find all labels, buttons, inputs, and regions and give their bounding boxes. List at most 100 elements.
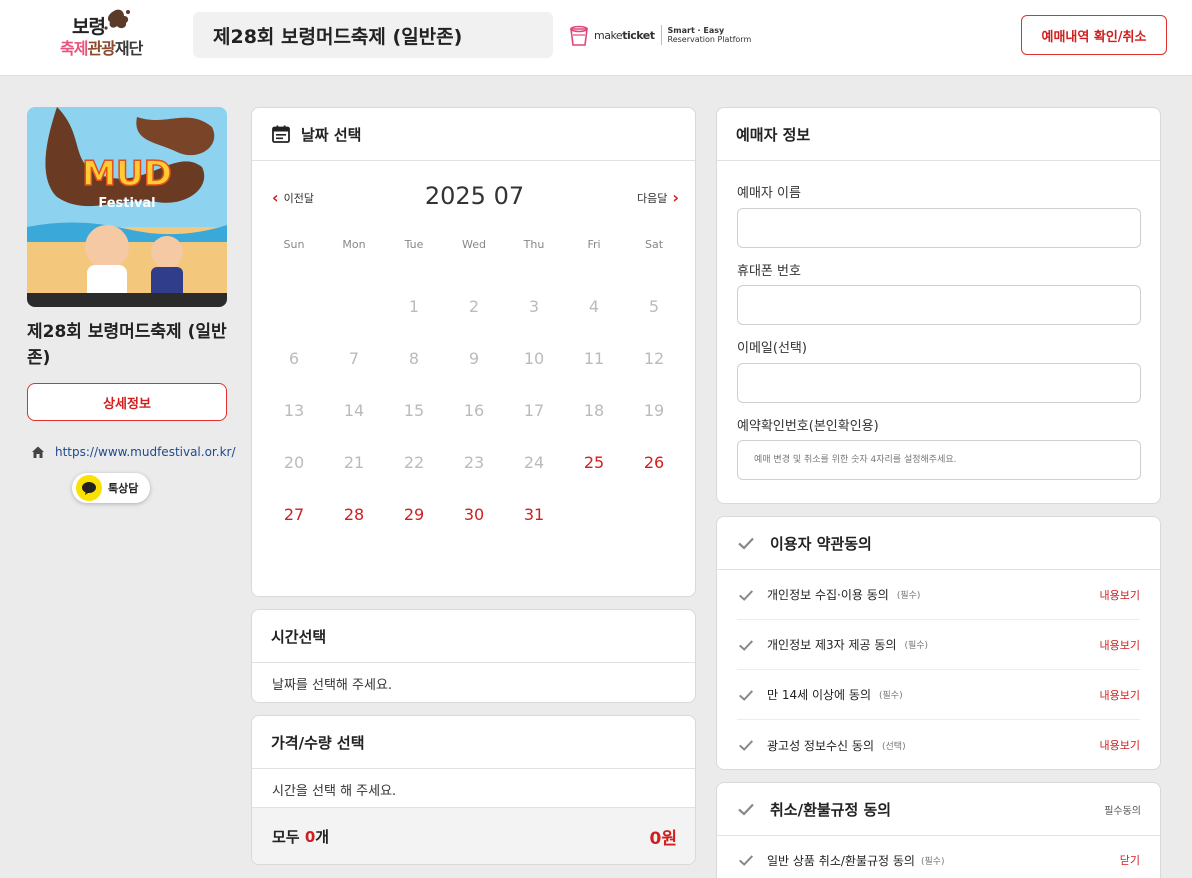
phone-label: 휴대폰 번호: [737, 264, 801, 279]
refund-close-link[interactable]: 닫기: [1120, 852, 1140, 868]
terms-title: 이용자 약관동의: [770, 534, 872, 553]
calendar-day: 2: [468, 296, 480, 316]
brand-name: maketicket: [594, 29, 655, 42]
calendar-day[interactable]: 29: [384, 505, 444, 524]
kakao-talk-button[interactable]: 톡상담: [72, 473, 150, 503]
refund-header[interactable]: 취소/환불규정 동의 필수동의: [717, 783, 1160, 836]
calendar-day: 22: [403, 452, 425, 472]
term-label: 광고성 정보수신 동의: [767, 738, 874, 753]
pin-label: 예약확인번호(본인확인용): [737, 419, 879, 434]
calendar-day: 11: [583, 348, 605, 368]
calendar-weeks: 1 2 3 4 5 6 7 8 9 10 11 12 13 14 15 16 17 18 19 20 21 22 23 24 2…: [264, 280, 684, 540]
festival-poster: MUD Festival: [27, 107, 227, 307]
price-select-card: 가격/수량 선택 시간을 선택 해 주세요. 모두 0개 0원: [251, 715, 696, 865]
foundation-logo[interactable]: 보령 축제관광재단: [56, 8, 152, 60]
brand-tag-line2: Reservation Platform: [667, 35, 752, 44]
price-select-title: 가격/수량 선택: [252, 716, 695, 769]
calendar-day: 3: [528, 296, 540, 316]
event-title: 제28회 보령머드축제 (일반존): [193, 12, 553, 58]
refund-title: 취소/환불규정 동의: [770, 800, 892, 819]
poster-title: 제28회 보령머드축제 (일반존): [27, 322, 227, 368]
maketicket-logo: maketicket Smart · Easy Reservation Platf…: [568, 22, 751, 48]
calendar-day: 24: [523, 452, 545, 472]
home-icon: [32, 446, 44, 458]
calendar-week-row: 13 14 15 16 17 18 19: [264, 384, 684, 436]
calendar-day: 19: [643, 400, 665, 420]
calendar-week-row: 20 21 22 23 24 25 26: [264, 436, 684, 488]
calendar-day: 18: [583, 400, 605, 420]
time-select-message: 날짜를 선택해 주세요.: [272, 677, 393, 693]
weekday-header: Sun Mon Tue Wed Thu Fri Sat: [264, 238, 684, 262]
poster-illustration: MUD Festival: [27, 107, 227, 307]
logo-word-tourism: 관광: [87, 39, 115, 58]
time-select-card: 시간선택 날짜를 선택해 주세요.: [251, 609, 696, 703]
check-icon[interactable]: [737, 636, 755, 654]
term-required: (필수): [896, 591, 921, 601]
svg-text:MUD: MUD: [82, 154, 172, 194]
brand-tagline: Smart · Easy Reservation Platform: [668, 26, 752, 44]
term-view-link[interactable]: 내용보기: [1100, 587, 1140, 603]
calendar-day: 15: [403, 400, 425, 420]
svg-text:Festival: Festival: [98, 196, 155, 211]
term-item[interactable]: 광고성 정보수신 동의 (선택) 내용보기: [737, 720, 1140, 769]
calendar-day[interactable]: 31: [504, 505, 564, 524]
calendar-grid: Sun Mon Tue Wed Thu Fri Sat 1 2 3 4 5 6 7 8 9 10 11 12 13 1…: [264, 238, 684, 540]
detail-info-button[interactable]: 상세정보: [27, 383, 227, 421]
phone-input[interactable]: [737, 285, 1141, 325]
calendar-day[interactable]: 30: [444, 505, 504, 524]
reservation-check-button[interactable]: 예매내역 확인/취소: [1021, 15, 1167, 55]
email-input[interactable]: [737, 363, 1141, 403]
calendar-day[interactable]: 28: [324, 505, 384, 524]
ticket-cup-icon: [570, 25, 588, 46]
refund-policy-row[interactable]: 일반 상품 취소/환불규정 동의 (필수) 닫기: [737, 836, 1140, 878]
check-icon[interactable]: [736, 799, 756, 819]
check-icon[interactable]: [737, 851, 755, 869]
calendar-day: 13: [283, 400, 305, 420]
calendar-day: 10: [523, 348, 545, 368]
brand-divider: [660, 25, 662, 45]
booker-name-input[interactable]: [737, 208, 1141, 248]
calendar-day[interactable]: 27: [264, 505, 324, 524]
terms-list: 개인정보 수집·이용 동의 (필수) 내용보기 개인정보 제3자 제공 동의 (필수) 내…: [717, 570, 1160, 769]
term-item[interactable]: 만 14세 이상에 동의 (필수) 내용보기: [737, 670, 1140, 720]
calendar-day: 6: [288, 348, 300, 368]
date-select-title: 날짜 선택: [301, 125, 362, 144]
term-view-link[interactable]: 내용보기: [1100, 737, 1140, 753]
calendar-day[interactable]: 25: [564, 453, 624, 472]
calendar-day: 12: [643, 348, 665, 368]
calendar-week-row: 1 2 3 4 5: [264, 280, 684, 332]
term-view-link[interactable]: 내용보기: [1100, 687, 1140, 703]
refund-row-label: 일반 상품 취소/환불규정 동의: [767, 853, 915, 868]
term-required: (필수): [904, 641, 929, 651]
term-view-link[interactable]: 내용보기: [1100, 637, 1140, 653]
next-month-button[interactable]: 다음달 ›: [637, 190, 679, 206]
term-item[interactable]: 개인정보 수집·이용 동의 (필수) 내용보기: [737, 570, 1140, 620]
calendar-day: 7: [348, 348, 360, 368]
total-row: 모두 0개 0원: [252, 807, 695, 864]
calendar-nav: ‹ 이전달 2025 07 다음달 ›: [252, 178, 695, 218]
kakao-talk-label: 톡상담: [108, 482, 139, 495]
calendar-day: 1: [408, 296, 420, 316]
terms-header[interactable]: 이용자 약관동의: [717, 517, 1160, 570]
calendar-day: 8: [408, 348, 420, 368]
total-amount: 0원: [649, 828, 677, 849]
check-icon[interactable]: [737, 736, 755, 754]
required-badge: 필수동의: [1104, 805, 1141, 817]
time-select-title: 시간선택: [252, 610, 695, 663]
booker-name-label: 예매자 이름: [737, 186, 801, 201]
homepage-row: https://www.mudfestival.or.kr/: [30, 444, 236, 460]
total-label: 모두: [272, 827, 305, 846]
calendar-day: 5: [648, 296, 660, 316]
term-label: 개인정보 제3자 제공 동의: [767, 638, 897, 652]
term-label: 만 14세 이상에 동의: [767, 688, 871, 702]
pin-input[interactable]: [737, 440, 1141, 480]
price-select-message: 시간을 선택 해 주세요.: [272, 783, 397, 799]
total-unit: 개: [315, 827, 330, 846]
term-item[interactable]: 개인정보 제3자 제공 동의 (필수) 내용보기: [737, 620, 1140, 670]
check-icon[interactable]: [737, 586, 755, 604]
check-icon[interactable]: [737, 686, 755, 704]
check-all-icon[interactable]: [736, 533, 756, 553]
homepage-link[interactable]: https://www.mudfestival.or.kr/: [55, 445, 236, 459]
calendar-day[interactable]: 26: [624, 453, 684, 472]
weekday-label: Tue: [404, 238, 424, 251]
